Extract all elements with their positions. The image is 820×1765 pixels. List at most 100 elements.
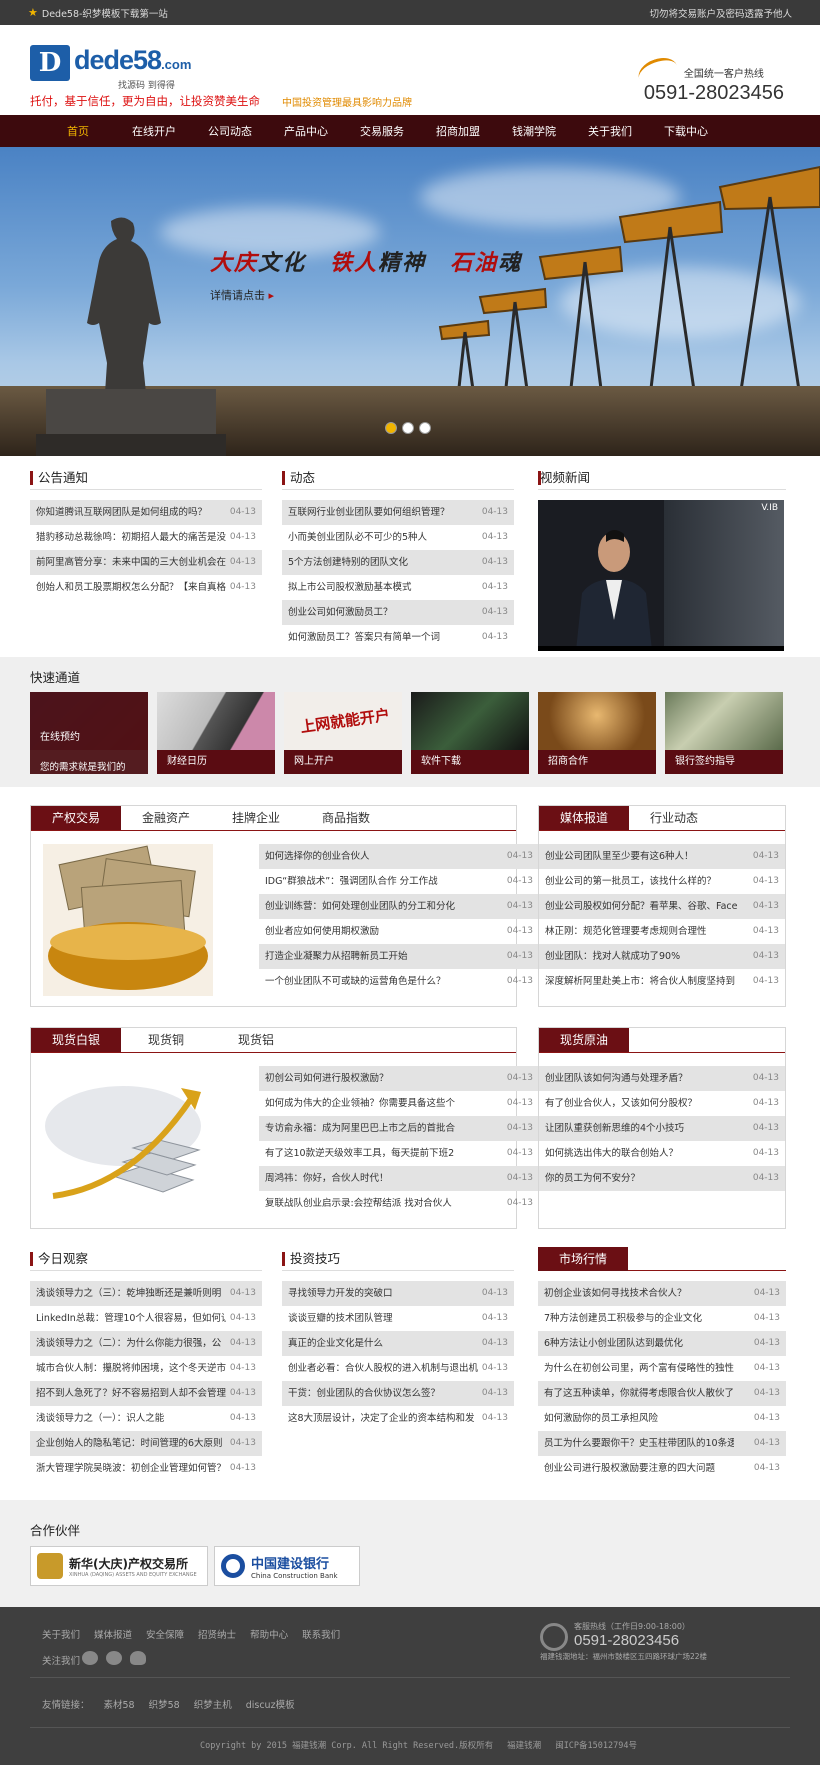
- qq-icon[interactable]: [130, 1651, 146, 1665]
- list-item-title[interactable]: 浅谈领导力之（一）：识人之能: [36, 1406, 164, 1431]
- list-item-title[interactable]: 有了创业合伙人，又该如何分股权？: [545, 1091, 697, 1116]
- list-item[interactable]: LinkedIn总裁：管理10个人很容易，但如何让 04-13: [30, 1306, 262, 1331]
- tile-software[interactable]: 软件下载: [411, 692, 529, 774]
- carousel-dot-1[interactable]: [385, 422, 397, 434]
- list-item-title[interactable]: IDG“群狼战术”：强调团队合作 分工作战: [265, 869, 438, 894]
- partner-xinhua[interactable]: 新华(大庆)产权交易所 XINHUA (DAQING) ASSETS AND EQ…: [30, 1546, 208, 1586]
- list-item-title[interactable]: 创业团队该如何沟通与处理矛盾？: [545, 1066, 688, 1091]
- list-item[interactable]: 5个方法创建特别的团队文化 04-13: [282, 550, 514, 575]
- list-item[interactable]: 创业团队：找对人就成功了90% 04-13: [539, 944, 785, 969]
- list-item-title[interactable]: 创业公司股权如何分配？看苹果、谷歌、Face: [545, 894, 737, 919]
- list-item[interactable]: 创业团队该如何沟通与处理矛盾？ 04-13: [539, 1066, 785, 1091]
- tile-cooperation[interactable]: 招商合作: [538, 692, 656, 774]
- list-item[interactable]: 创业公司的第一批员工，该找什么样的？ 04-13: [539, 869, 785, 894]
- footer-link[interactable]: 招贤纳士: [198, 1627, 236, 1641]
- list-item-title[interactable]: 创业团队：找对人就成功了90%: [545, 944, 680, 969]
- list-item-title[interactable]: 7种方法创建员工积极参与的企业文化: [544, 1306, 702, 1331]
- list-item-title[interactable]: 创业公司进行股权激励要注意的四大问题: [544, 1456, 715, 1481]
- tab-media-report[interactable]: 媒体报道: [539, 806, 629, 830]
- list-item-title[interactable]: 前阿里高管分享：未来中国的三大创业机会在: [36, 550, 226, 575]
- list-item-title[interactable]: 拟上市公司股权激励基本模式: [288, 575, 412, 600]
- tab-property-trade[interactable]: 产权交易: [31, 806, 121, 830]
- list-item-title[interactable]: 为什么在初创公司里，两个富有侵略性的独性: [544, 1356, 734, 1381]
- nav-download[interactable]: 下载中心: [648, 123, 724, 139]
- friend-link[interactable]: 织梦58: [149, 1697, 180, 1711]
- list-item-title[interactable]: 真正的企业文化是什么: [288, 1331, 383, 1356]
- list-item-title[interactable]: 创业者应如何使用期权激励: [265, 919, 379, 944]
- list-item-title[interactable]: 浅谈领导力之（三）：乾坤独断还是兼听则明: [36, 1281, 221, 1306]
- carousel-dot-2[interactable]: [402, 422, 414, 434]
- site-name[interactable]: Dede58-织梦模板下载第一站: [42, 6, 168, 20]
- nav-trade-service[interactable]: 交易服务: [344, 123, 420, 139]
- list-item[interactable]: 创业公司股权如何分配？看苹果、谷歌、Face 04-13: [539, 894, 785, 919]
- hero-banner[interactable]: 大庆文化 铁人精神 石油魂 详情请点击 ▸: [0, 147, 820, 456]
- list-item-title[interactable]: 创业训练营：如何处理创业团队的分工和分化: [265, 894, 455, 919]
- list-item[interactable]: 有了创业合伙人，又该如何分股权？ 04-13: [539, 1091, 785, 1116]
- list-item[interactable]: 林正刚：规范化管理要考虑规则合理性 04-13: [539, 919, 785, 944]
- list-item-title[interactable]: 员工为什么要跟你干？史玉柱带团队的10条逻: [544, 1431, 734, 1456]
- list-item-title[interactable]: 小而美创业团队必不可少的5种人: [288, 525, 427, 550]
- tab-spot-crude[interactable]: 现货原油: [539, 1028, 629, 1052]
- list-item[interactable]: 创业公司团队里至少要有这6种人！ 04-13: [539, 844, 785, 869]
- list-item-title[interactable]: 5个方法创建特别的团队文化: [288, 550, 408, 575]
- list-item[interactable]: 你的员工为何不安分？ 04-13: [539, 1166, 785, 1191]
- friend-link[interactable]: 织梦主机: [194, 1697, 232, 1711]
- banner-more-link[interactable]: 详情请点击 ▸: [210, 287, 274, 303]
- tab-spot-copper[interactable]: 现货铜: [121, 1028, 211, 1052]
- nav-franchise[interactable]: 招商加盟: [420, 123, 496, 139]
- list-item-title[interactable]: 如何选择你的创业合伙人: [265, 844, 370, 869]
- list-item[interactable]: 企业创始人的隐私笔记：时间管理的6大原则 04-13: [30, 1431, 262, 1456]
- list-item[interactable]: 干货：创业团队的合伙协议怎么签？ 04-13: [282, 1381, 514, 1406]
- list-item[interactable]: 6种方法让小创业团队达到最优化 04-13: [538, 1331, 786, 1356]
- list-item[interactable]: 打造企业凝聚力从招聘新员工开始 04-13: [259, 944, 539, 969]
- list-item[interactable]: 创始人和员工股票期权怎么分配？【来自真格 04-13: [30, 575, 262, 600]
- list-item[interactable]: IDG“群狼战术”：强调团队合作 分工作战 04-13: [259, 869, 539, 894]
- list-item[interactable]: 周鸿祎：你好，合伙人时代！ 04-13: [259, 1166, 539, 1191]
- list-item[interactable]: 猎豹移动总裁徐鸣：初期招人最大的痛苦是没 04-13: [30, 525, 262, 550]
- list-item-title[interactable]: 专访俞永福：成为阿里巴巴上市之后的首批合: [265, 1116, 455, 1141]
- list-item-title[interactable]: 创业公司的第一批员工，该找什么样的？: [545, 869, 716, 894]
- list-item-title[interactable]: 复联战队创业启示录:会控帮结派 找对合伙人: [265, 1191, 452, 1216]
- nav-products[interactable]: 产品中心: [268, 123, 344, 139]
- list-item[interactable]: 7种方法创建员工积极参与的企业文化 04-13: [538, 1306, 786, 1331]
- list-item-title[interactable]: 企业创始人的隐私笔记：时间管理的6大原则: [36, 1431, 223, 1456]
- list-item[interactable]: 互联网行业创业团队要如何组织管理？ 04-13: [282, 500, 514, 525]
- list-item-title[interactable]: 互联网行业创业团队要如何组织管理？: [288, 500, 450, 525]
- list-item[interactable]: 如何挑选出伟大的联合创始人？ 04-13: [539, 1141, 785, 1166]
- wechat-icon[interactable]: [106, 1651, 122, 1665]
- list-item-title[interactable]: 6种方法让小创业团队达到最优化: [544, 1331, 683, 1356]
- list-item-title[interactable]: 让团队重获创新思维的4个小技巧: [545, 1116, 684, 1141]
- list-item[interactable]: 浅谈领导力之（二）：为什么你能力很强，公 04-13: [30, 1331, 262, 1356]
- tab-industry-news[interactable]: 行业动态: [629, 806, 719, 830]
- list-item[interactable]: 如何激励员工？答案只有简单一个词 04-13: [282, 625, 514, 650]
- list-item-title[interactable]: 有了这五种读单，你就得考虑限合伙人散伙了: [544, 1381, 734, 1406]
- list-item-title[interactable]: 创始人和员工股票期权怎么分配？【来自真格: [36, 575, 226, 600]
- list-item[interactable]: 浙大管理学院吴晓波：初创企业管理如何管？ 04-13: [30, 1456, 262, 1481]
- list-item[interactable]: 一个创业团队不可或缺的运营角色是什么？ 04-13: [259, 969, 539, 994]
- carousel-dot-3[interactable]: [419, 422, 431, 434]
- nav-open-account[interactable]: 在线开户: [116, 123, 192, 139]
- logo[interactable]: D dede58.com 找源码 到得得: [30, 45, 191, 91]
- list-item[interactable]: 拟上市公司股权激励基本模式 04-13: [282, 575, 514, 600]
- tab-spot-silver[interactable]: 现货白银: [31, 1028, 121, 1052]
- list-item[interactable]: 如何成为伟大的企业领袖？你需要具备这些个 04-13: [259, 1091, 539, 1116]
- footer-link[interactable]: 媒体报道: [94, 1627, 132, 1641]
- footer-link[interactable]: 安全保障: [146, 1627, 184, 1641]
- list-item[interactable]: 员工为什么要跟你干？史玉柱带团队的10条逻 04-13: [538, 1431, 786, 1456]
- nav-company-news[interactable]: 公司动态: [192, 123, 268, 139]
- tab-commodity-index[interactable]: 商品指数: [301, 806, 391, 830]
- tile-online-account[interactable]: 上网就能开户 网上开户: [284, 692, 402, 774]
- list-item-title[interactable]: 如何激励员工？答案只有简单一个词: [288, 625, 440, 650]
- list-item-title[interactable]: 如何激励你的员工承担风险: [544, 1406, 658, 1431]
- list-item-title[interactable]: 创业公司团队里至少要有这6种人！: [545, 844, 694, 869]
- list-item-title[interactable]: 周鸿祎：你好，合伙人时代！: [265, 1166, 389, 1191]
- tab-listed-companies[interactable]: 挂牌企业: [211, 806, 301, 830]
- list-item-title[interactable]: 有了这10款逆天级效率工具，每天提前下班2: [265, 1141, 454, 1166]
- list-item[interactable]: 这8大顶层设计，决定了企业的资本结构和发 04-13: [282, 1406, 514, 1431]
- list-item-title[interactable]: 如何成为伟大的企业领袖？你需要具备这些个: [265, 1091, 455, 1116]
- list-item-title[interactable]: 创业公司如何激励员工？: [288, 600, 393, 625]
- friend-link[interactable]: discuz模板: [246, 1697, 295, 1711]
- list-item[interactable]: 寻找领导力开发的突破口 04-13: [282, 1281, 514, 1306]
- list-item[interactable]: 浅谈领导力之（三）：乾坤独断还是兼听则明 04-13: [30, 1281, 262, 1306]
- list-item[interactable]: 谈谈豆瓣的技术团队管理 04-13: [282, 1306, 514, 1331]
